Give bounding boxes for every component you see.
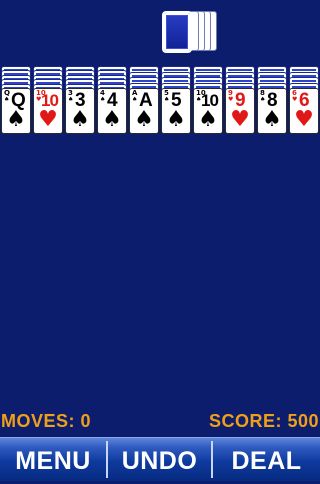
tableau-column[interactable]: A ♠ A ♠ <box>129 66 159 136</box>
card-corner-suit-icon: ♥ <box>292 96 298 103</box>
card-corner-suit-icon: ♠ <box>260 96 266 103</box>
card-corner-suit-icon: ♠ <box>132 96 138 103</box>
spade-suit-icon: ♠ <box>198 107 218 132</box>
game-board: Q ♠ Q ♠ 10 ♥ 10 ♥ 3 ♠ 3 ♠ 4 ♠ 4 ♠ A ♠ A ♠ 5 ♠ 5 ♠ 10 ♠ 10 ♠ 9 ♥ 9 ♥ 8 ♠ 8 ♠… <box>0 0 320 481</box>
card-corner-suit-icon: ♠ <box>4 96 10 103</box>
stock-top-card[interactable] <box>162 11 192 53</box>
undo-button[interactable]: UNDO <box>107 438 212 481</box>
tableau-column[interactable]: Q ♠ Q ♠ <box>1 66 31 136</box>
spade-suit-icon: ♠ <box>70 107 90 132</box>
faceup-card[interactable]: 9 ♥ 9 ♥ <box>225 88 255 134</box>
deal-button[interactable]: DEAL <box>213 438 320 481</box>
faceup-card[interactable]: A ♠ A ♠ <box>129 88 159 134</box>
tableau-column[interactable]: 5 ♠ 5 ♠ <box>161 66 191 136</box>
heart-suit-icon: ♥ <box>294 107 314 132</box>
faceup-card[interactable]: 6 ♥ 6 ♥ <box>289 88 319 134</box>
faceup-card[interactable]: Q ♠ Q ♠ <box>1 88 31 134</box>
card-corner-suit-icon: ♠ <box>100 96 106 103</box>
tableau-column[interactable]: 9 ♥ 9 ♥ <box>225 66 255 136</box>
tableau-column[interactable]: 4 ♠ 4 ♠ <box>97 66 127 136</box>
faceup-card[interactable]: 4 ♠ 4 ♠ <box>97 88 127 134</box>
tableau-column[interactable]: 3 ♠ 3 ♠ <box>65 66 95 136</box>
spade-suit-icon: ♠ <box>166 107 186 132</box>
menu-button[interactable]: MENU <box>0 438 106 481</box>
tableau-column[interactable]: 10 ♠ 10 ♠ <box>193 66 223 136</box>
card-corner-suit-icon: ♥ <box>228 96 234 103</box>
spade-suit-icon: ♠ <box>6 107 26 132</box>
score-display: SCORE: 500 <box>208 411 319 431</box>
spade-suit-icon: ♠ <box>102 107 122 132</box>
card-corner-suit-icon: ♠ <box>68 96 74 103</box>
moves-counter: MOVES: 0 <box>1 411 92 431</box>
spade-suit-icon: ♠ <box>134 107 154 132</box>
bottom-toolbar: MENU UNDO DEAL <box>0 437 320 481</box>
faceup-card[interactable]: 5 ♠ 5 ♠ <box>161 88 191 134</box>
faceup-card[interactable]: 10 ♥ 10 ♥ <box>33 88 63 134</box>
card-corner-suit-icon: ♠ <box>164 96 170 103</box>
faceup-card[interactable]: 3 ♠ 3 ♠ <box>65 88 95 134</box>
heart-suit-icon: ♥ <box>230 107 250 132</box>
heart-suit-icon: ♥ <box>38 107 58 132</box>
tableau-column[interactable]: 10 ♥ 10 ♥ <box>33 66 63 136</box>
tableau-column[interactable]: 6 ♥ 6 ♥ <box>289 66 319 136</box>
faceup-card[interactable]: 8 ♠ 8 ♠ <box>257 88 287 134</box>
spade-suit-icon: ♠ <box>262 107 282 132</box>
tableau-column[interactable]: 8 ♠ 8 ♠ <box>257 66 287 136</box>
faceup-card[interactable]: 10 ♠ 10 ♠ <box>193 88 223 134</box>
